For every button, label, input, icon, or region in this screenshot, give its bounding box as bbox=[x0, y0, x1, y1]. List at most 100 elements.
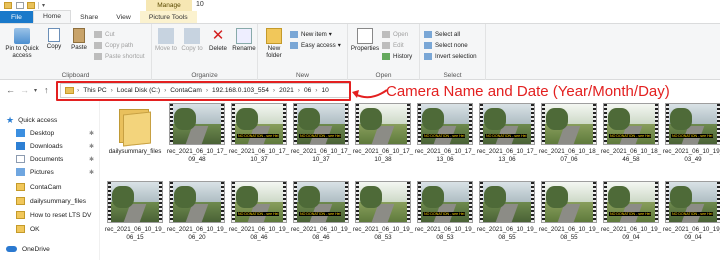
file-name: rec_2021_06_10_19_06_20 bbox=[166, 226, 228, 241]
folder-icon[interactable] bbox=[4, 2, 12, 9]
sidebar-item-label: Quick access bbox=[18, 116, 58, 124]
file-item[interactable]: rec_2021_06_10_17_09_48 bbox=[166, 103, 228, 163]
properties-label: Properties bbox=[350, 45, 380, 52]
file-item[interactable]: NO DONATION - see Hel rec_2021_06_10_17_1… bbox=[414, 103, 476, 163]
sidebar-item-downloads[interactable]: Downloads ✱ bbox=[16, 140, 98, 152]
video-thumbnail: NO DONATION - see Hel bbox=[417, 103, 473, 145]
properties-button[interactable]: Properties bbox=[348, 28, 382, 52]
forward-arrow-icon[interactable]: → bbox=[20, 85, 29, 95]
file-item[interactable]: NO DONATION - see Hel rec_2021_06_10_19_0… bbox=[662, 181, 720, 241]
new-group: New folder New item ▾ Easy access ▾ New bbox=[258, 24, 348, 80]
paste-label: Paste bbox=[71, 44, 87, 51]
tab-share[interactable]: Share bbox=[71, 11, 107, 23]
back-arrow-icon[interactable]: ← bbox=[6, 85, 15, 95]
file-item[interactable]: NO DONATION - see Hel rec_2021_06_10_19_0… bbox=[414, 181, 476, 241]
edit-button[interactable]: Edit bbox=[382, 41, 404, 50]
file-name: rec_2021_06_10_19_09_04 bbox=[600, 226, 662, 241]
file-item[interactable]: rec_2021_06_10_19_06_15 bbox=[104, 181, 166, 241]
sidebar-item-ok[interactable]: OK bbox=[16, 223, 98, 235]
rename-button[interactable]: Rename bbox=[232, 28, 256, 52]
sidebar-item-how-to-reset[interactable]: How to reset LTS DV bbox=[16, 209, 98, 221]
file-item[interactable]: rec_2021_06_10_19_08_55 bbox=[538, 181, 600, 241]
properties-icon[interactable] bbox=[16, 2, 24, 9]
new-folder-icon[interactable] bbox=[27, 2, 35, 9]
sidebar-item-contacam[interactable]: ContaCam bbox=[16, 181, 98, 193]
sidebar-item-pictures[interactable]: Pictures ✱ bbox=[16, 166, 98, 178]
open-label: Open bbox=[393, 31, 409, 38]
pin-to-quick-access-button[interactable]: Pin to Quick access bbox=[4, 28, 40, 59]
annotation-arrow bbox=[352, 89, 388, 99]
file-item[interactable]: NO DONATION - see Hel rec_2021_06_10_17_1… bbox=[228, 103, 290, 163]
sidebar-item-label: ContaCam bbox=[30, 183, 62, 191]
file-item[interactable]: rec_2021_06_10_19_08_53 bbox=[352, 181, 414, 241]
video-thumbnail bbox=[479, 181, 535, 223]
folder-icon bbox=[16, 197, 25, 205]
file-item[interactable]: NO DONATION - see Hel rec_2021_06_10_18_4… bbox=[600, 103, 662, 163]
video-thumbnail: NO DONATION - see Hel bbox=[293, 103, 349, 145]
paste-shortcut-button[interactable]: Paste shortcut bbox=[94, 52, 145, 61]
tab-home[interactable]: Home bbox=[32, 10, 72, 23]
history-button[interactable]: History bbox=[382, 52, 412, 61]
video-thumbnail bbox=[541, 181, 597, 223]
new-item-button[interactable]: New item ▾ bbox=[290, 30, 332, 39]
invert-selection-label: Invert selection bbox=[435, 53, 477, 60]
video-thumbnail bbox=[107, 181, 163, 223]
sidebar-item-documents[interactable]: Documents ✱ bbox=[16, 153, 98, 165]
invert-selection-button[interactable]: Invert selection bbox=[424, 52, 477, 61]
file-item[interactable]: rec_2021_06_10_17_10_38 bbox=[352, 103, 414, 163]
sidebar-item-dailysummary-files[interactable]: dailysummary_files bbox=[16, 195, 98, 207]
osd-label: NO DONATION - see Hel bbox=[299, 212, 342, 216]
chevron-down-icon[interactable]: ▾ bbox=[42, 2, 45, 9]
file-name: rec_2021_06_10_17_13_06 bbox=[476, 148, 538, 163]
divider bbox=[38, 2, 39, 9]
cut-button[interactable]: Cut bbox=[94, 30, 115, 39]
file-name: rec_2021_06_10_17_13_06 bbox=[414, 148, 476, 163]
copy-label: Copy bbox=[46, 43, 62, 50]
sidebar-item-label: OK bbox=[30, 225, 40, 233]
pin-icon: ✱ bbox=[88, 143, 94, 150]
file-item[interactable]: NO DONATION - see Hel rec_2021_06_10_17_1… bbox=[290, 103, 352, 163]
file-name: rec_2021_06_10_19_08_53 bbox=[352, 226, 414, 241]
sidebar-item-label: Desktop bbox=[30, 129, 55, 137]
select-none-label: Select none bbox=[435, 42, 468, 49]
delete-button[interactable]: ✕ Delete bbox=[206, 28, 230, 53]
file-item[interactable]: NO DONATION - see Hel rec_2021_06_10_19_0… bbox=[228, 181, 290, 241]
select-none-button[interactable]: Select none bbox=[424, 41, 468, 50]
video-thumbnail: NO DONATION - see Hel bbox=[603, 181, 659, 223]
file-item[interactable]: NO DONATION - see Hel rec_2021_06_10_19_0… bbox=[600, 181, 662, 241]
file-item[interactable]: rec_2021_06_10_19_06_20 bbox=[166, 181, 228, 241]
open-group: Properties Open Edit History Open bbox=[348, 24, 420, 80]
paste-icon bbox=[73, 28, 85, 43]
easy-access-button[interactable]: Easy access ▾ bbox=[290, 41, 341, 50]
manage-context-tab[interactable]: Manage bbox=[146, 0, 192, 11]
copy-path-icon bbox=[94, 42, 102, 49]
sidebar-item-desktop[interactable]: Desktop ✱ bbox=[16, 127, 98, 139]
tab-view[interactable]: View bbox=[107, 11, 140, 23]
copy-to-button[interactable]: Copy to bbox=[180, 28, 204, 52]
ribbon: Pin to Quick access Copy Paste Cut Copy … bbox=[0, 24, 720, 80]
select-all-button[interactable]: Select all bbox=[424, 30, 460, 39]
file-item[interactable]: NO DONATION - see Hel rec_2021_06_10_19_0… bbox=[290, 181, 352, 241]
easy-access-icon bbox=[290, 42, 298, 49]
file-item[interactable]: NO DONATION - see Hel rec_2021_06_10_17_1… bbox=[476, 103, 538, 163]
recent-locations-icon[interactable]: ▾ bbox=[34, 87, 37, 94]
open-button[interactable]: Open bbox=[382, 30, 408, 39]
tab-file[interactable]: File bbox=[0, 11, 33, 23]
file-item[interactable]: rec_2021_06_10_18_07_06 bbox=[538, 103, 600, 163]
move-to-button[interactable]: Move to bbox=[154, 28, 178, 52]
sidebar-item-label: dailysummary_files bbox=[30, 197, 87, 205]
new-folder-button[interactable]: New folder bbox=[262, 28, 286, 59]
copy-button[interactable]: Copy bbox=[44, 28, 64, 50]
pin-icon: ✱ bbox=[88, 169, 94, 176]
osd-label: NO DONATION - see Hel bbox=[671, 134, 714, 138]
edit-label: Edit bbox=[393, 42, 404, 49]
sidebar-item-onedrive[interactable]: OneDrive bbox=[6, 243, 98, 255]
up-arrow-icon[interactable]: ↑ bbox=[44, 85, 49, 95]
sidebar-item-quick-access[interactable]: ★ Quick access bbox=[6, 114, 98, 126]
copy-path-button[interactable]: Copy path bbox=[94, 41, 133, 50]
file-item[interactable]: rec_2021_06_10_19_08_55 bbox=[476, 181, 538, 241]
file-item[interactable]: NO DONATION - see Hel rec_2021_06_10_19_0… bbox=[662, 103, 720, 163]
folder-item[interactable]: dailysummary_files bbox=[104, 103, 166, 156]
paste-button[interactable]: Paste bbox=[68, 28, 90, 51]
tab-picture-tools[interactable]: Picture Tools bbox=[139, 11, 197, 23]
